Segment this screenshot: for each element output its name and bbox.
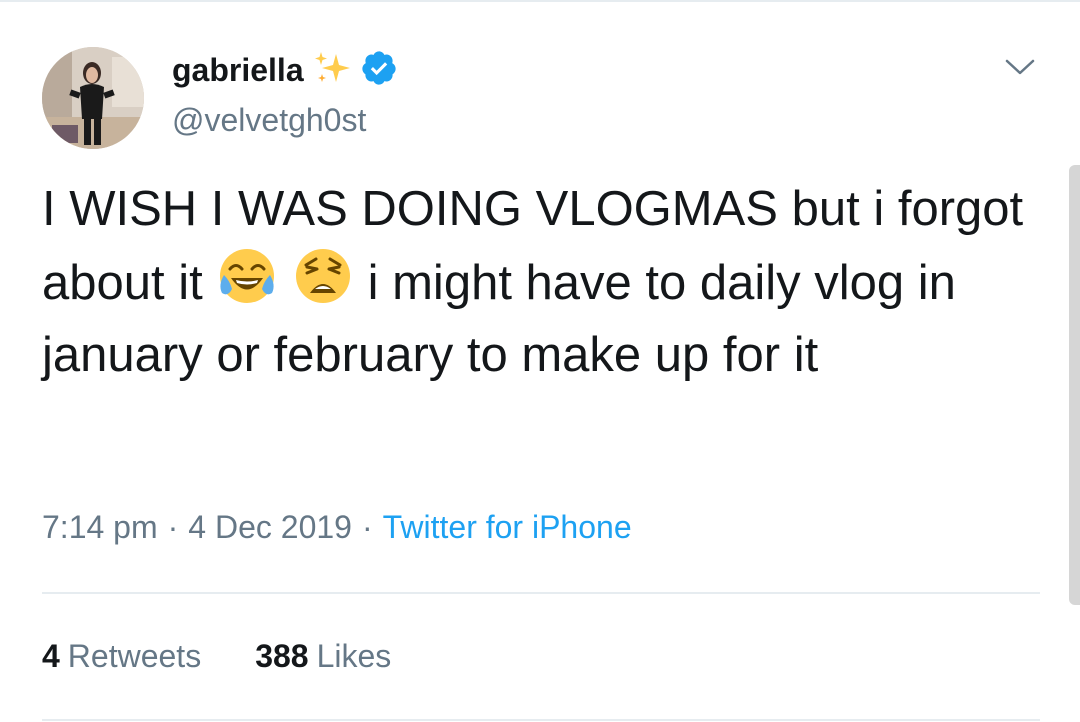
author-name-row[interactable]: gabriella (172, 50, 398, 90)
meta-separator: · (167, 509, 179, 545)
tweet-text: I WISH I WAS DOING VLOGMAS but i forgot … (42, 173, 1032, 391)
chevron-down-icon[interactable] (1000, 50, 1040, 84)
tweet-source-link[interactable]: Twitter for iPhone (383, 509, 632, 545)
sparkles-icon (312, 48, 352, 93)
divider (42, 719, 1040, 721)
likes-label: Likes (316, 638, 392, 674)
retweets-stat[interactable]: 4 Retweets (42, 634, 201, 678)
tweet-meta: 7:14 pm · 4 Dec 2019 · Twitter for iPhone (42, 505, 632, 549)
author-handle[interactable]: @velvetgh0st (172, 100, 366, 140)
meta-separator: · (361, 509, 373, 545)
tweet-time[interactable]: 7:14 pm (42, 509, 158, 545)
verified-badge-icon (360, 49, 398, 92)
scrollbar[interactable] (1069, 165, 1080, 605)
display-name[interactable]: gabriella (172, 50, 304, 90)
tweet-date[interactable]: 4 Dec 2019 (188, 509, 352, 545)
likes-stat[interactable]: 388 Likes (255, 634, 391, 678)
avatar[interactable] (42, 47, 144, 149)
retweets-count: 4 (42, 638, 60, 674)
weary-face-icon (292, 245, 354, 307)
face-with-tears-of-joy-icon (216, 245, 278, 307)
divider (42, 592, 1040, 594)
likes-count: 388 (255, 638, 309, 674)
avatar-photo (42, 47, 144, 149)
tweet-stats: 4 Retweets 388 Likes (42, 634, 391, 678)
top-border (0, 0, 1080, 2)
retweets-label: Retweets (67, 638, 202, 674)
